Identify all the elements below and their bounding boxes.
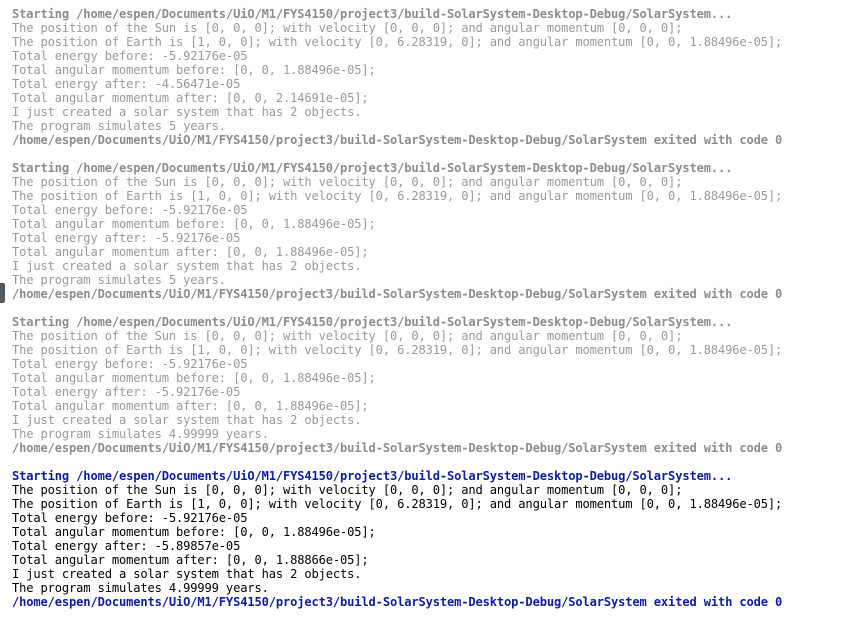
output-line: The position of the Sun is [0, 0, 0]; wi… — [12, 483, 683, 497]
output-line: I just created a solar system that has 2… — [12, 259, 362, 273]
output-line: I just created a solar system that has 2… — [12, 413, 362, 427]
side-panel-handle[interactable] — [0, 283, 5, 303]
output-line: The position of the Sun is [0, 0, 0]; wi… — [12, 329, 683, 343]
output-line: The position of Earth is [1, 0, 0]; with… — [12, 189, 783, 203]
output-run-1: Starting /home/espen/Documents/UiO/M1/FY… — [12, 7, 842, 147]
output-line: The program simulates 5 years. — [12, 119, 226, 133]
output-line: The position of Earth is [1, 0, 0]; with… — [12, 497, 783, 511]
output-line: Total angular momentum after: [0, 0, 2.1… — [12, 91, 369, 105]
output-line: Total energy before: -5.92176e-05 — [12, 49, 248, 63]
output-line: Total angular momentum after: [0, 0, 1.8… — [12, 399, 369, 413]
output-line: Total energy before: -5.92176e-05 — [12, 357, 248, 371]
run-exit-line: /home/espen/Documents/UiO/M1/FYS4150/pro… — [12, 287, 783, 301]
output-run-4: Starting /home/espen/Documents/UiO/M1/FY… — [12, 469, 842, 609]
output-line: Total angular momentum after: [0, 0, 1.8… — [12, 245, 369, 259]
output-run-3: Starting /home/espen/Documents/UiO/M1/FY… — [12, 315, 842, 455]
run-start-line: Starting /home/espen/Documents/UiO/M1/FY… — [12, 469, 733, 483]
run-exit-line: /home/espen/Documents/UiO/M1/FYS4150/pro… — [12, 133, 783, 147]
run-exit-line: /home/espen/Documents/UiO/M1/FYS4150/pro… — [12, 441, 783, 455]
output-line: Total angular momentum after: [0, 0, 1.8… — [12, 553, 369, 567]
output-line: I just created a solar system that has 2… — [12, 567, 362, 581]
output-line: Total angular momentum before: [0, 0, 1.… — [12, 371, 376, 385]
output-line: Total energy after: -5.89857e-05 — [12, 539, 241, 553]
output-line: Total energy before: -5.92176e-05 — [12, 203, 248, 217]
output-run-2: Starting /home/espen/Documents/UiO/M1/FY… — [12, 161, 842, 301]
output-line: The position of Earth is [1, 0, 0]; with… — [12, 35, 783, 49]
output-line: The program simulates 5 years. — [12, 273, 226, 287]
output-line: The program simulates 4.99999 years. — [12, 581, 269, 595]
output-line: Total energy before: -5.92176e-05 — [12, 511, 248, 525]
output-line: The position of the Sun is [0, 0, 0]; wi… — [12, 21, 683, 35]
run-start-line: Starting /home/espen/Documents/UiO/M1/FY… — [12, 161, 733, 175]
output-line: The position of Earth is [1, 0, 0]; with… — [12, 343, 783, 357]
application-output-pane[interactable]: Starting /home/espen/Documents/UiO/M1/FY… — [0, 0, 845, 626]
output-line: Total energy after: -4.56471e-05 — [12, 77, 241, 91]
output-line: Total energy after: -5.92176e-05 — [12, 231, 241, 245]
output-line: Total angular momentum before: [0, 0, 1.… — [12, 63, 376, 77]
output-line: Total angular momentum before: [0, 0, 1.… — [12, 217, 376, 231]
output-line: Total energy after: -5.92176e-05 — [12, 385, 241, 399]
output-line: Total angular momentum before: [0, 0, 1.… — [12, 525, 376, 539]
run-exit-line: /home/espen/Documents/UiO/M1/FYS4150/pro… — [12, 595, 783, 609]
run-start-line: Starting /home/espen/Documents/UiO/M1/FY… — [12, 7, 733, 21]
run-start-line: Starting /home/espen/Documents/UiO/M1/FY… — [12, 315, 733, 329]
output-line: I just created a solar system that has 2… — [12, 105, 362, 119]
output-line: The position of the Sun is [0, 0, 0]; wi… — [12, 175, 683, 189]
output-line: The program simulates 4.99999 years. — [12, 427, 269, 441]
